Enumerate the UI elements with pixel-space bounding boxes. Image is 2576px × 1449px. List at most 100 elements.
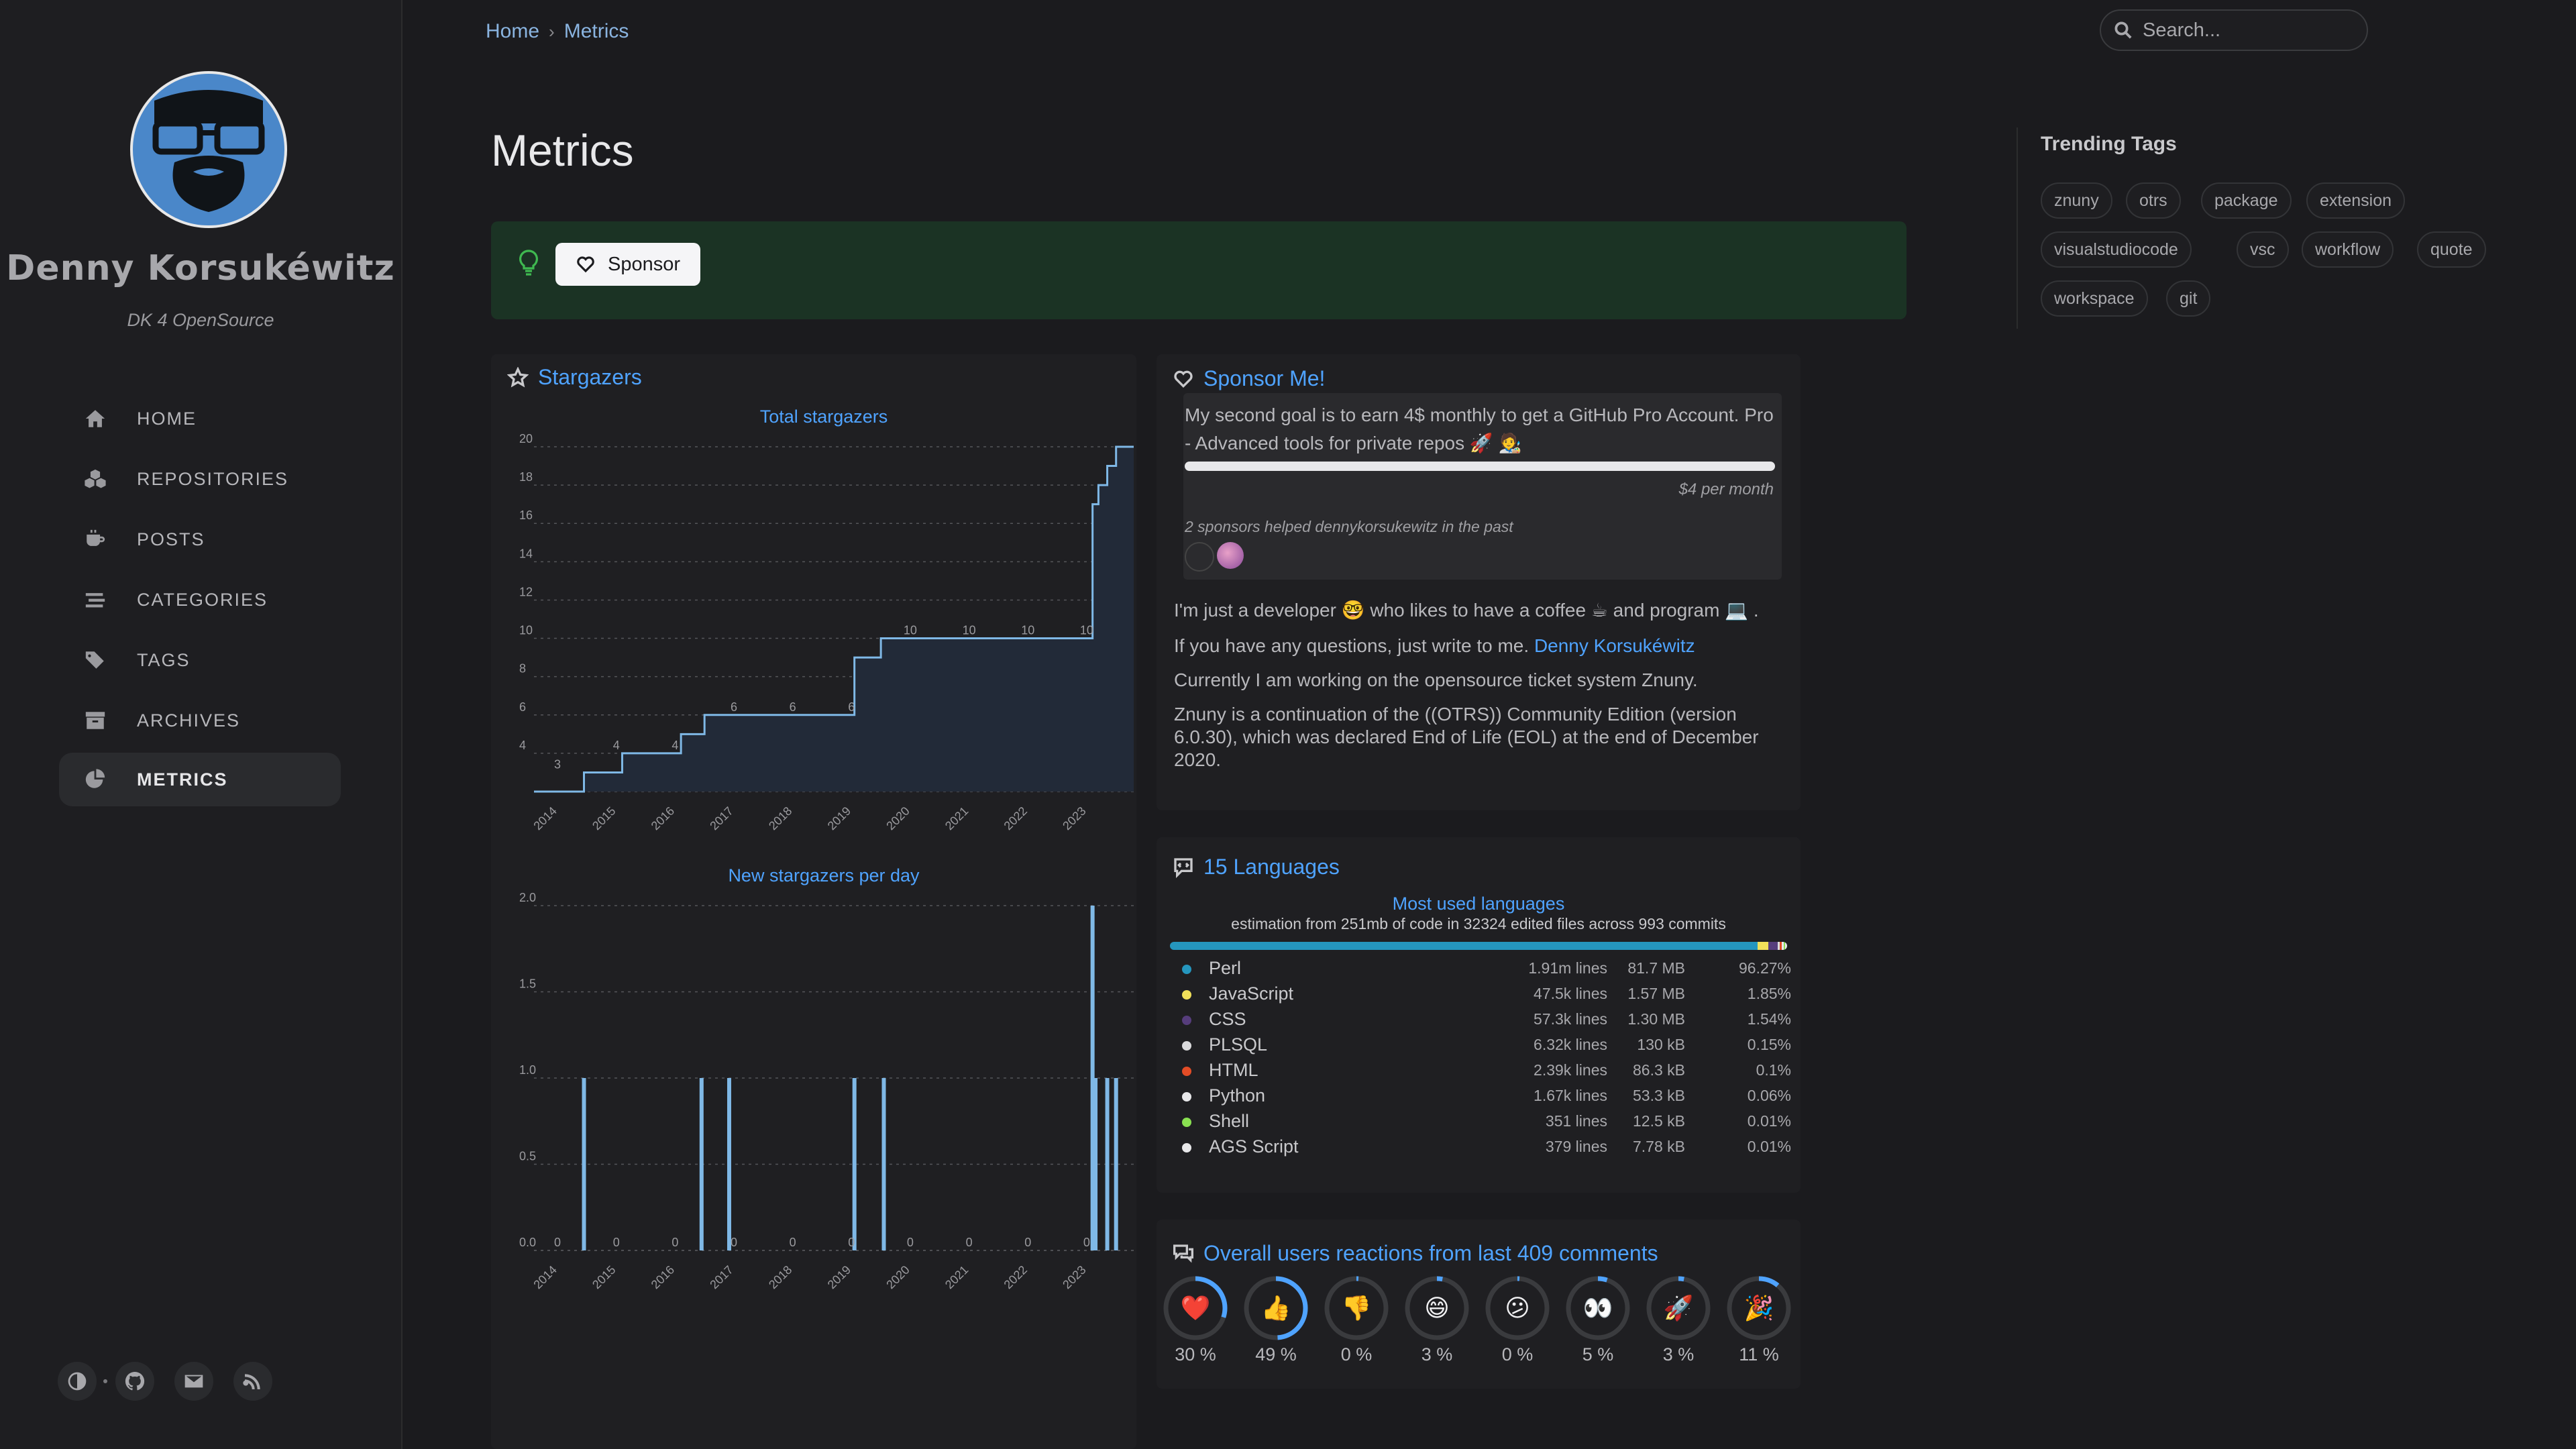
trending-tag[interactable]: workspace [2041, 280, 2148, 317]
nav-categories[interactable]: CATEGORIES [59, 573, 341, 627]
y-tick-label: 2.0 [519, 891, 536, 904]
language-row: HTML 2.39k lines 86.3 kB 0.1% [1178, 1060, 1791, 1084]
past-sponsor-avatar[interactable] [1185, 542, 1214, 572]
hooray-reaction-icon: 🎉 [1743, 1294, 1774, 1322]
language-size: 12.5 kB [1633, 1112, 1685, 1130]
y-tick-label: 4 [519, 739, 526, 752]
language-name: AGS Script [1209, 1136, 1299, 1157]
language-name: PLSQL [1209, 1034, 1268, 1055]
stream-icon [82, 586, 109, 613]
data-label: 0 [731, 1236, 737, 1249]
nav-home[interactable]: HOME [59, 392, 341, 445]
data-bar [699, 1078, 704, 1250]
trending-tag[interactable]: extension [2306, 182, 2406, 219]
reactions-heading: Overall users reactions from last 409 co… [1173, 1241, 1658, 1266]
avatar[interactable] [130, 71, 287, 228]
series-area [534, 447, 1134, 792]
sponsor-goal-progress [1185, 462, 1775, 471]
search-box[interactable] [2100, 9, 2368, 51]
nav-home-label: HOME [137, 408, 197, 429]
trending-tag[interactable]: vsc [2237, 231, 2289, 268]
rss-icon [243, 1374, 260, 1389]
past-sponsor-avatar[interactable] [1217, 542, 1244, 569]
language-size: 86.3 kB [1633, 1061, 1685, 1079]
data-label: 0 [966, 1236, 973, 1249]
language-row: AGS Script 379 lines 7.78 kB 0.01% [1178, 1136, 1791, 1161]
y-tick-label: 14 [519, 547, 533, 560]
sponsor-button[interactable]: Sponsor [555, 243, 701, 286]
reaction-item: 👀 5 % [1563, 1273, 1633, 1364]
sponsor-button-label: Sponsor [608, 253, 681, 275]
trending-tag[interactable]: quote [2417, 231, 2486, 268]
total-stargazers-chart: 4 6 8 10 12 14 16 18 20 2014 2015 2016 2017 2018 2019 2… [519, 432, 1134, 833]
email-button[interactable] [174, 1362, 213, 1401]
sponsor-banner: Sponsor [491, 221, 1907, 319]
languages-heading-label[interactable]: 15 Languages [1203, 855, 1340, 879]
trending-tag[interactable]: znuny [2041, 182, 2112, 219]
author-link[interactable]: Denny Korsukéwitz [1534, 635, 1695, 656]
reactions-heading-label[interactable]: Overall users reactions from last 409 co… [1203, 1241, 1658, 1266]
x-tick-label: 2018 [766, 1263, 794, 1291]
language-lines: 379 lines [1545, 1138, 1607, 1155]
github-button[interactable] [115, 1362, 154, 1401]
coffee-icon [82, 526, 109, 553]
y-tick-label: 18 [519, 470, 533, 484]
language-lines: 351 lines [1545, 1112, 1607, 1130]
language-percent: 0.01% [1747, 1138, 1791, 1155]
language-color-dot [1182, 1143, 1191, 1152]
data-label: 0 [554, 1236, 561, 1249]
language-size: 1.30 MB [1627, 1010, 1685, 1028]
sponsor-me-heading-label[interactable]: Sponsor Me! [1203, 366, 1325, 391]
search-input[interactable] [2141, 18, 2359, 42]
language-color-dot [1182, 1118, 1191, 1127]
trending-tag[interactable]: workflow [2302, 231, 2394, 268]
x-tick-label: 2017 [707, 804, 735, 833]
trending-tag[interactable]: package [2201, 182, 2292, 219]
trending-tag[interactable]: git [2166, 280, 2211, 317]
language-name: HTML [1209, 1060, 1258, 1080]
data-bar [1093, 1078, 1098, 1250]
archive-icon [82, 707, 109, 734]
search-icon [2114, 21, 2132, 39]
data-label: 0 [790, 1236, 796, 1249]
bio-line-2-text: If you have any questions, just write to… [1174, 635, 1534, 656]
thumbs-up-reaction-icon: 👍 [1260, 1294, 1291, 1322]
reaction-item: 🚀 3 % [1644, 1273, 1713, 1364]
y-tick-label: 10 [519, 624, 533, 637]
language-color-dot [1182, 1016, 1191, 1025]
data-label: 0 [672, 1236, 678, 1249]
rss-button[interactable] [233, 1362, 272, 1401]
language-size: 53.3 kB [1633, 1087, 1685, 1104]
language-percent: 1.85% [1747, 985, 1791, 1002]
nav-repositories[interactable]: REPOSITORIES [59, 452, 341, 506]
sponsor-goal-text: My second goal is to earn 4$ monthly to … [1185, 405, 1774, 453]
data-bar [582, 1078, 586, 1250]
chart-pie-icon [82, 766, 109, 793]
nav-posts[interactable]: POSTS [59, 513, 341, 566]
language-row: Perl 1.91m lines 81.7 MB 96.27% [1178, 958, 1791, 982]
stargazers-heading-label: Stargazers [538, 365, 642, 389]
languages-share-bar [1170, 942, 1787, 950]
language-percent: 1.54% [1747, 1010, 1791, 1028]
y-tick-label: 0.5 [519, 1150, 536, 1163]
language-lines: 1.67k lines [1534, 1087, 1607, 1104]
site-title[interactable]: Denny Korsukéwitz [0, 248, 401, 288]
sidebar-footer [58, 1362, 292, 1401]
theme-toggle-button[interactable] [58, 1362, 97, 1401]
trending-tag[interactable]: visualstudiocode [2041, 231, 2192, 268]
heart-outline-icon [1174, 370, 1193, 388]
data-bar [1105, 1078, 1110, 1250]
nav-tags[interactable]: TAGS [59, 633, 341, 687]
breadcrumb-home-link[interactable]: Home [486, 20, 539, 42]
trending-tag[interactable]: otrs [2126, 182, 2181, 219]
reaction-item: 🎉 11 % [1724, 1273, 1794, 1364]
reaction-item: 😕 0 % [1483, 1273, 1552, 1364]
breadcrumb: Home › Metrics [486, 20, 629, 43]
language-size: 130 kB [1637, 1036, 1685, 1053]
language-lines: 2.39k lines [1534, 1061, 1607, 1079]
nav-metrics[interactable]: METRICS [59, 753, 341, 806]
data-bar [881, 1078, 886, 1250]
footer-separator [103, 1379, 107, 1383]
nav-archives[interactable]: ARCHIVES [59, 694, 341, 747]
data-bar [727, 1078, 731, 1250]
